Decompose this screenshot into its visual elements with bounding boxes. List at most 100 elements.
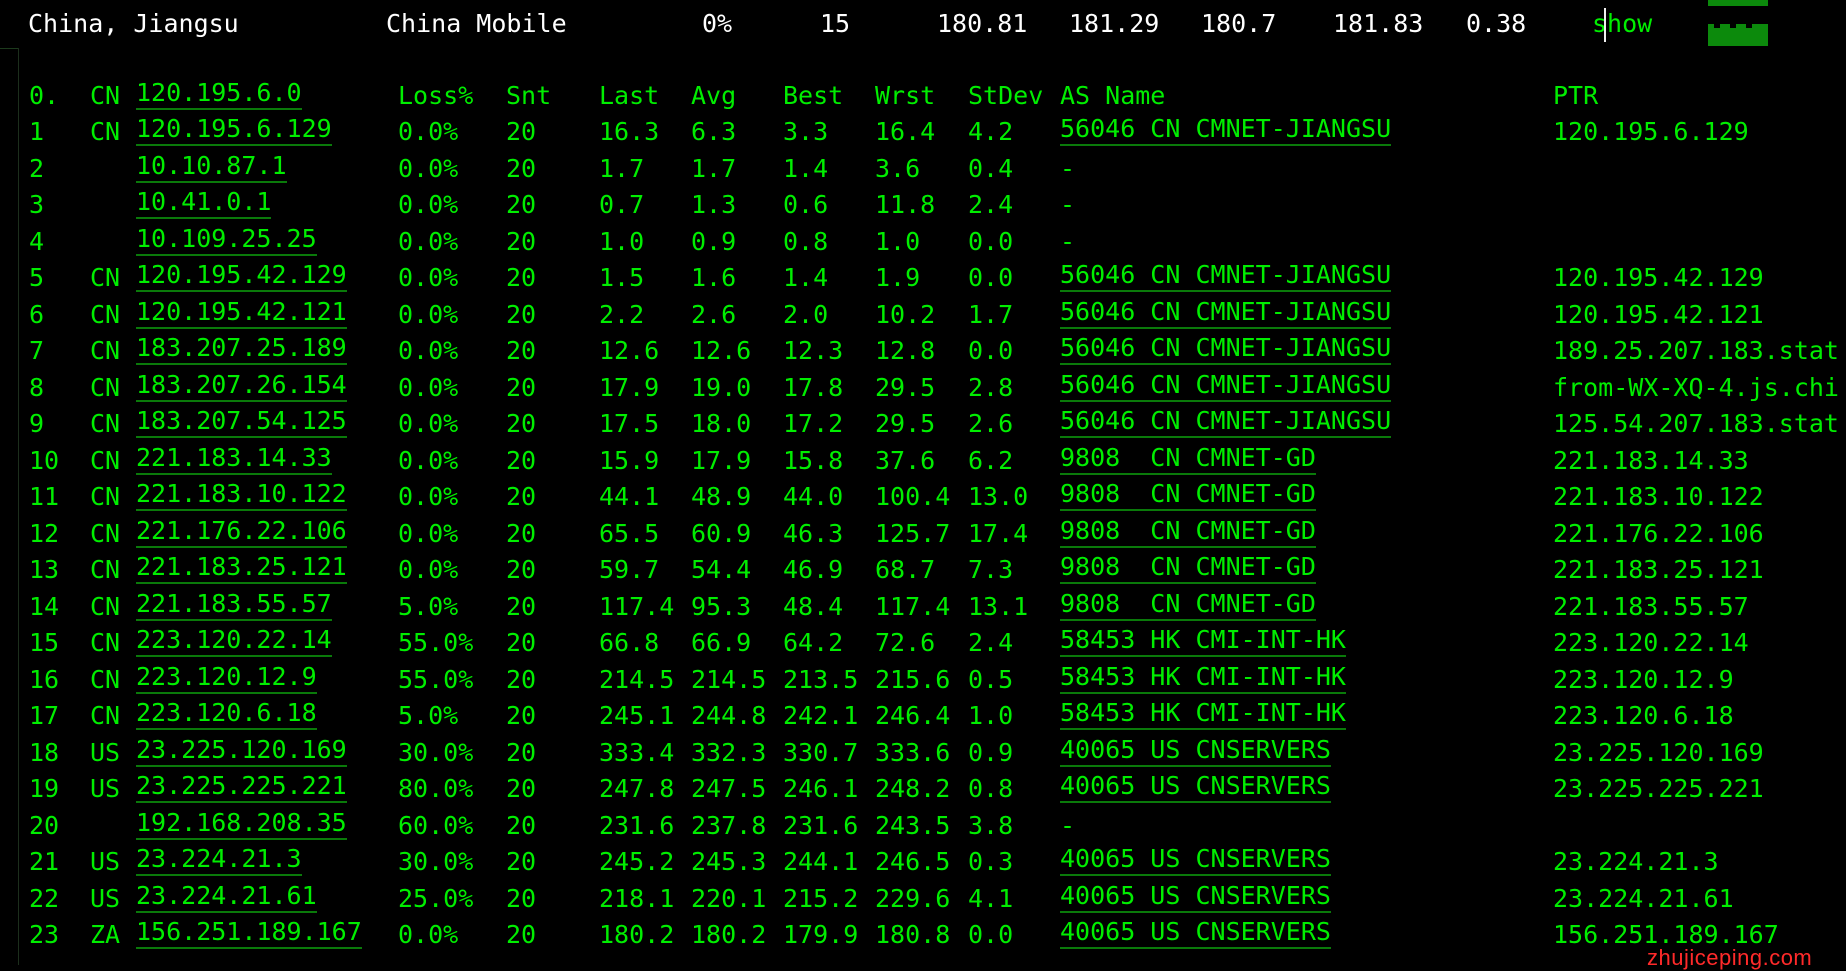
stdev-value: 13.1	[968, 591, 1029, 621]
latency-graph-widget[interactable]	[1708, 0, 1768, 46]
as-name-link[interactable]: 40065 US CNSERVERS	[1060, 771, 1331, 803]
host-link[interactable]: 10.41.0.1	[136, 187, 272, 219]
country-code: US	[90, 737, 121, 767]
as-name-link[interactable]: 9808 CN CMNET-GD	[1060, 589, 1316, 621]
host-link[interactable]: 23.224.21.3	[136, 844, 302, 876]
host-link[interactable]: 120.195.42.121	[136, 297, 347, 329]
worst-value: 100.4	[875, 482, 951, 511]
col-avg: Avg	[691, 81, 737, 110]
as-name-link[interactable]: 9808 CN CMNET-GD	[1060, 516, 1316, 548]
as-name-link[interactable]: 9808 CN CMNET-GD	[1060, 479, 1316, 511]
as-name-link: -	[1060, 153, 1076, 183]
host-link[interactable]: 120.195.42.129	[136, 260, 347, 292]
as-name-link[interactable]: 58453 HK CMI-INT-HK	[1060, 698, 1346, 730]
as-name-link[interactable]: 9808 CN CMNET-GD	[1060, 443, 1316, 475]
loss-value: 0.0%	[398, 263, 459, 292]
as-name-link[interactable]: 40065 US CNSERVERS	[1060, 881, 1331, 913]
loss-value: 30.0%	[398, 847, 474, 876]
table-header-row: 0. CN 120.195.6.0 Loss% Snt Last Avg Bes…	[19, 78, 1846, 114]
worst-value: 29.5	[875, 372, 936, 402]
best-value: 0.8	[783, 226, 829, 256]
loss-value: 80.0%	[398, 774, 474, 803]
col-as-name: AS Name	[1060, 81, 1166, 110]
host-link[interactable]: 221.183.25.121	[136, 552, 347, 584]
host-link[interactable]: 10.109.25.25	[136, 224, 317, 256]
last-value: 117.4	[599, 591, 675, 621]
as-name-link[interactable]: 56046 CN CMNET-JIANGSU	[1060, 406, 1392, 438]
avg-value: 48.9	[691, 482, 752, 511]
as-name-link[interactable]: 9808 CN CMNET-GD	[1060, 552, 1316, 584]
best-value: 48.4	[783, 591, 844, 621]
host-link[interactable]: 183.207.25.189	[136, 333, 347, 365]
last-value: 12.6	[599, 336, 660, 365]
table-row: 16 CN 223.120.12.9 55.0% 20 214.5 214.5 213.5 21…	[19, 662, 1846, 698]
hop-number: 22	[29, 883, 60, 913]
best-value: 15.8	[783, 445, 844, 475]
table-row: 1 CN 120.195.6.129 0.0% 20 16.3 6.3 3.3 16.4 4.2 5…	[19, 114, 1846, 150]
host-link[interactable]: 223.120.12.9	[136, 662, 317, 694]
as-name-link[interactable]: 56046 CN CMNET-JIANGSU	[1060, 333, 1392, 365]
avg-value: 2.6	[691, 299, 737, 329]
country-code: US	[90, 774, 121, 803]
host-link[interactable]: 120.195.6.129	[136, 114, 332, 146]
loss-value: 0.0%	[398, 336, 459, 365]
loss-value: 60.0%	[398, 810, 474, 840]
col-snt: Snt	[506, 81, 552, 110]
host-link[interactable]: 23.225.120.169	[136, 735, 347, 767]
last-value: 59.7	[599, 555, 660, 584]
host-link[interactable]: 223.120.22.14	[136, 625, 332, 657]
hop-number: 10	[29, 445, 60, 475]
worst-value: 3.6	[875, 153, 921, 183]
ptr-value: 23.224.21.61	[1553, 883, 1734, 913]
show-link[interactable]: show	[1592, 10, 1652, 38]
as-name-link[interactable]: 58453 HK CMI-INT-HK	[1060, 625, 1346, 657]
host-link[interactable]: 221.183.55.57	[136, 589, 332, 621]
sent-value: 20	[506, 883, 537, 913]
as-name-link[interactable]: 56046 CN CMNET-JIANGSU	[1060, 114, 1392, 146]
ptr-value: 23.225.120.169	[1553, 737, 1764, 767]
ptr-value: 120.195.6.129	[1553, 117, 1749, 146]
last-value: 44.1	[599, 482, 660, 511]
worst-value: 29.5	[875, 409, 936, 438]
col-host-link[interactable]: 120.195.6.0	[136, 78, 302, 110]
loss-value: 0.0%	[398, 445, 459, 475]
host-link[interactable]: 223.120.6.18	[136, 698, 317, 730]
ptr-value: from-WX-XQ-4.js.chi	[1553, 372, 1839, 402]
as-name-link[interactable]: 56046 CN CMNET-JIANGSU	[1060, 260, 1392, 292]
avg-value: 244.8	[691, 701, 767, 730]
as-name-link[interactable]: 58453 HK CMI-INT-HK	[1060, 662, 1346, 694]
sent-value: 20	[506, 190, 537, 219]
host-link[interactable]: 183.207.54.125	[136, 406, 347, 438]
as-name-link[interactable]: 40065 US CNSERVERS	[1060, 735, 1331, 767]
country-code: CN	[90, 628, 121, 657]
col-best: Best	[783, 81, 844, 110]
avg-value: 247.5	[691, 774, 767, 803]
host-link[interactable]: 10.10.87.1	[136, 151, 287, 183]
table-row: 7 CN 183.207.25.189 0.0% 20 12.6 12.6 12.3 12.8 0…	[19, 333, 1846, 369]
avg-value: 60.9	[691, 518, 752, 548]
hop-number: 5	[29, 263, 45, 292]
as-name-link: -	[1060, 190, 1076, 219]
as-name-link: -	[1060, 226, 1076, 256]
host-link[interactable]: 192.168.208.35	[136, 808, 347, 840]
worst-value: 72.6	[875, 628, 936, 657]
best-value: 215.2	[783, 883, 859, 913]
host-link[interactable]: 23.225.225.221	[136, 771, 347, 803]
host-link[interactable]: 183.207.26.154	[136, 370, 347, 402]
host-link[interactable]: 221.176.22.106	[136, 516, 347, 548]
last-value: 66.8	[599, 628, 660, 657]
loss-value: 0.0%	[398, 409, 459, 438]
host-link[interactable]: 221.183.10.122	[136, 479, 347, 511]
best-value: 179.9	[783, 920, 859, 949]
host-link[interactable]: 23.224.21.61	[136, 881, 317, 913]
host-link[interactable]: 156.251.189.167	[136, 917, 362, 949]
avg-value: 245.3	[691, 847, 767, 876]
loss-value: 55.0%	[398, 664, 474, 694]
avg-value: 332.3	[691, 737, 767, 767]
as-name-link[interactable]: 56046 CN CMNET-JIANGSU	[1060, 297, 1392, 329]
as-name-link[interactable]: 56046 CN CMNET-JIANGSU	[1060, 370, 1392, 402]
host-link[interactable]: 221.183.14.33	[136, 443, 332, 475]
as-name-link[interactable]: 40065 US CNSERVERS	[1060, 917, 1331, 949]
as-name-link[interactable]: 40065 US CNSERVERS	[1060, 844, 1331, 876]
table-row: 3 10.41.0.1 0.0% 20 0.7 1.3 0.6 11.8 2.4 -	[19, 187, 1846, 223]
